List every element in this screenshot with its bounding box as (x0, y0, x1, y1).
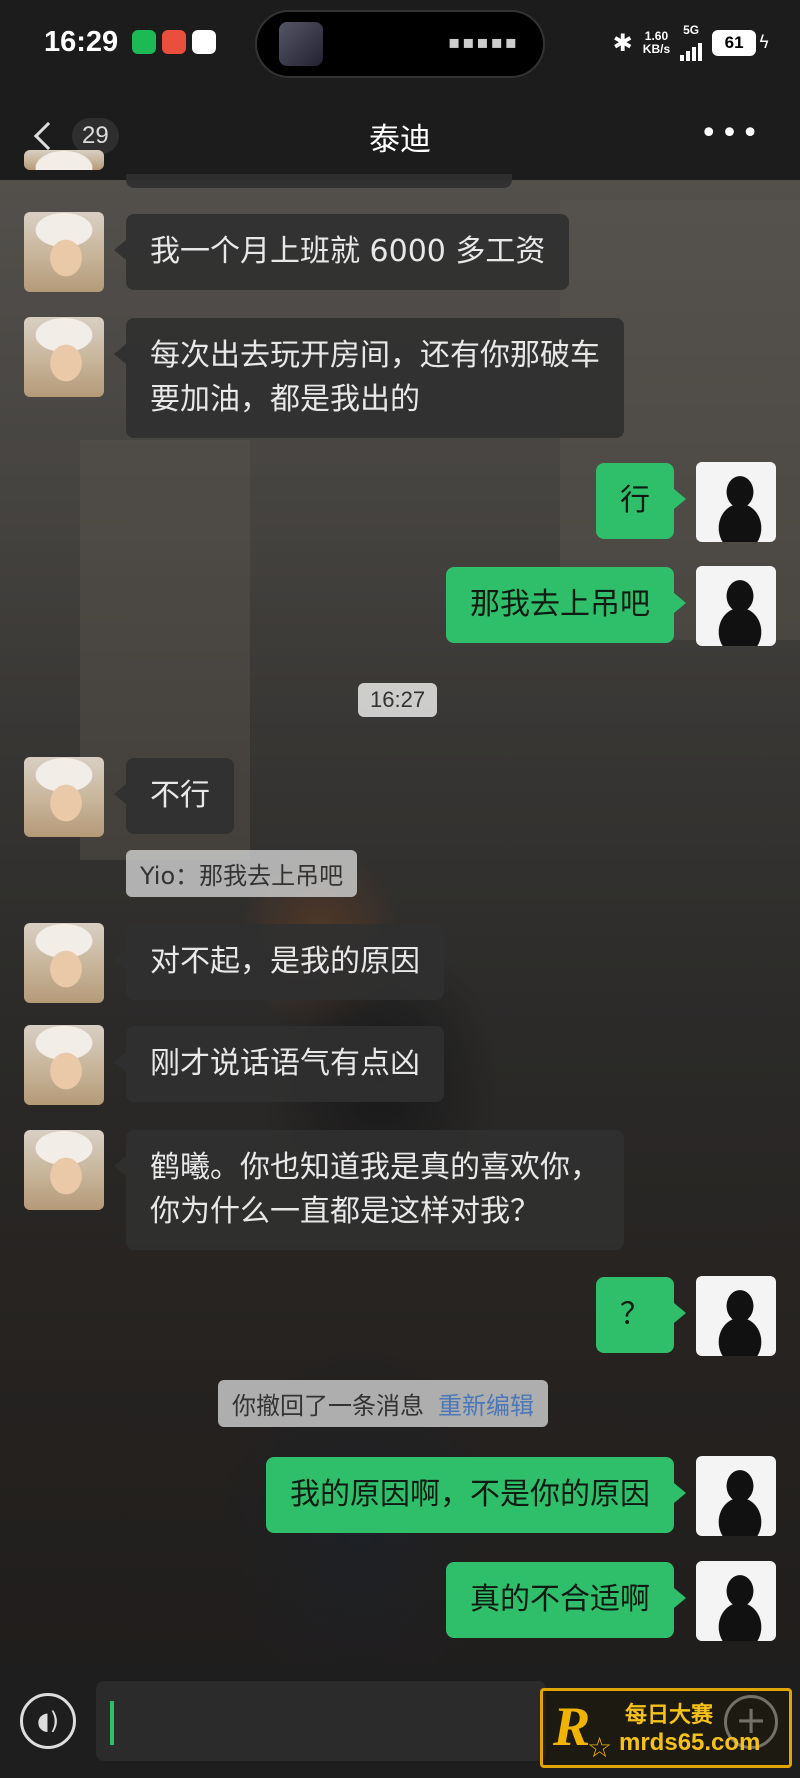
my-avatar[interactable] (696, 566, 776, 646)
outgoing-message[interactable]: 我的原因啊，不是你的原因 (266, 1457, 686, 1533)
contact-avatar[interactable] (24, 1130, 104, 1210)
voice-input-button[interactable]: ◖) (20, 1693, 76, 1749)
incoming-message[interactable]: 每次出去玩开房间，还有你那破车 要加油，都是我出的 (114, 318, 624, 438)
re-edit-link[interactable]: 重新编辑 (438, 1392, 534, 1420)
chat-title: 泰迪 (369, 122, 431, 158)
status-time: 16:29 (44, 26, 119, 58)
text-caret (110, 1701, 114, 1745)
contact-avatar[interactable] (24, 150, 104, 170)
outgoing-message[interactable]: 那我去上吊吧 (446, 567, 686, 643)
signal-icon (680, 37, 703, 61)
shopping-app-icon (162, 30, 186, 54)
chat-header: 29 泰迪 ••• (0, 92, 800, 180)
quoted-reply[interactable]: Yio：那我去上吊吧 (126, 850, 358, 897)
incoming-message[interactable]: 对不起，是我的原因 (114, 924, 444, 1000)
network-speed-value: 1.60 (644, 28, 669, 43)
my-avatar[interactable] (696, 462, 776, 542)
charging-icon: ϟ (758, 32, 770, 53)
message-input[interactable] (96, 1681, 546, 1761)
incoming-message[interactable]: 刚才说话语气有点凶 (114, 1026, 444, 1102)
my-avatar[interactable] (696, 1276, 776, 1356)
star-icon: ☆ (587, 1731, 613, 1764)
status-bar: 16:29 ▪▪▪▪▪ ✱ 1.60 KB/s 5G 61 ϟ (0, 0, 800, 92)
outgoing-message[interactable]: 真的不合适啊 (446, 1562, 686, 1638)
watermark-title: 每日大赛 (625, 1703, 714, 1728)
my-avatar[interactable] (696, 1456, 776, 1536)
dynamic-island[interactable]: ▪▪▪▪▪ (255, 10, 545, 78)
message-list[interactable]: 我一个月上班就 6000 多工资 每次出去玩开房间，还有你那破车 要加油，都是我… (0, 150, 800, 1665)
outgoing-message[interactable]: 行 (596, 463, 686, 539)
voice-icon: ◖) (36, 1707, 59, 1735)
my-avatar[interactable] (696, 1561, 776, 1641)
incoming-message[interactable]: 我一个月上班就 6000 多工资 (113, 214, 570, 290)
bluetooth-icon: ✱ (612, 28, 633, 57)
watermark-logo: R (553, 1696, 591, 1758)
incoming-message[interactable]: 不行 (114, 758, 234, 834)
outgoing-message[interactable]: ？ (596, 1277, 686, 1353)
battery-level: 61 (712, 29, 757, 56)
cropped-message-bubble (126, 174, 512, 188)
contact-avatar[interactable] (24, 757, 104, 837)
network-speed: 1.60 KB/s (642, 28, 671, 56)
contact-avatar[interactable] (24, 923, 104, 1003)
network-type: 5G (680, 23, 703, 61)
message-timestamp: 16:27 (358, 683, 438, 717)
contact-avatar[interactable] (24, 212, 104, 292)
contact-avatar[interactable] (24, 1025, 104, 1105)
recall-notice: 你撤回了一条消息 重新编辑 (218, 1380, 548, 1427)
watermark-url: mrds65.com (619, 1729, 761, 1756)
network-speed-unit: KB/s (642, 41, 671, 56)
island-avatar (279, 22, 323, 66)
network-type-label: 5G (683, 23, 700, 37)
incoming-message[interactable]: 鹤曦。你也知道我是真的喜欢你， 你为什么一直都是这样对我？ (114, 1130, 624, 1250)
status-indicators: ✱ 1.60 KB/s 5G 61 ϟ (613, 24, 770, 61)
qq-app-icon (192, 30, 216, 54)
recall-notice-text: 你撤回了一条消息 (232, 1392, 424, 1420)
more-options-icon[interactable]: ••• (700, 116, 762, 151)
site-watermark: R ☆ 每日大赛 mrds65.com (540, 1688, 792, 1768)
battery-icon: 61 ϟ (712, 29, 770, 56)
audio-wave-icon: ▪▪▪▪▪ (448, 32, 519, 53)
contact-avatar[interactable] (24, 317, 104, 397)
music-app-icon (132, 30, 156, 54)
